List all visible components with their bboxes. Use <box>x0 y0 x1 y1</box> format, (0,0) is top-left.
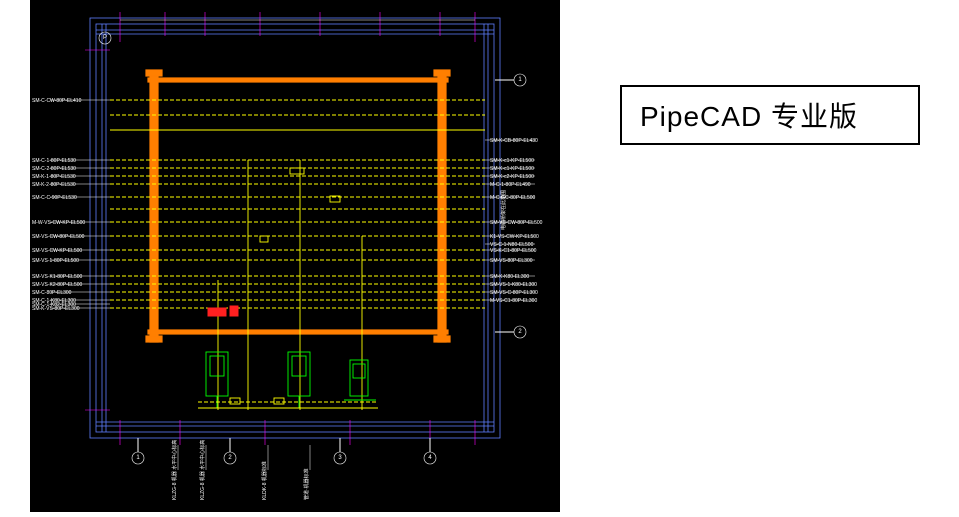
pipe-label: M-C-1-80P-EL490 <box>490 182 531 188</box>
product-title: PipeCAD 专业版 <box>640 95 858 135</box>
equipment-note: KLZG-8 机器 水平中心标高 <box>199 440 206 500</box>
pipe-label: SM-K-c2-KP-EL500 <box>490 174 534 180</box>
axis-bubble-label: P <box>103 35 107 41</box>
pipe-label: SM-VS-CW-80P-EL500 <box>32 234 85 240</box>
right-margin-note: 电缆桥架在此范围 <box>500 190 507 230</box>
pipe-label: SM-K-K80-EL300 <box>490 274 529 280</box>
equipment-note: KLDK-8 机器标准 <box>261 461 268 500</box>
pipe-label: K1-VS-CW-KP-EL500 <box>490 234 539 240</box>
pipe-label: SM-VS-CW-KP-EL500 <box>32 248 82 254</box>
pipe-label: SM-K-VS-80P-EL300 <box>32 306 80 312</box>
equipment-note: KLZG-8 机器 水平中心标高 <box>171 440 178 500</box>
pipe-label: SM-K-c1-KP-EL500 <box>490 158 534 164</box>
cad-drawing-viewport[interactable]: 1 2 P 1 2 3 4 SM-C-CW-80P-EL410 SM-C-1-80… <box>30 0 560 512</box>
grid-markers <box>85 12 475 445</box>
axis-bubble-label: 2 <box>518 329 522 335</box>
pipe-label: VS-K-C1-80P-EL500 <box>490 248 537 254</box>
pipe-label: M-C-GC-80P-EL500 <box>490 195 536 201</box>
axis-bubble-label: 4 <box>428 455 432 461</box>
valve-marker <box>208 306 238 316</box>
axis-bubble-label: 1 <box>518 77 522 83</box>
equipment-note: 管道·机器标准 <box>303 468 310 500</box>
pipe-label: SM-VS-1-K80-EL300 <box>490 282 537 288</box>
product-title-box: PipeCAD 专业版 <box>620 85 920 145</box>
pipe-label: SM-C-1-80P-EL530 <box>32 158 76 164</box>
bottom-headers <box>198 398 378 408</box>
pipe-label: SM-C-80P-EL300 <box>32 290 72 296</box>
pipe-label: SM-C-CW-80P-EL410 <box>32 98 82 104</box>
axis-bubbles: 1 2 P 1 2 3 4 <box>99 32 526 464</box>
pipe-label: M-VS-C1-80P-EL300 <box>490 298 537 304</box>
pipe-label: M-W-VS-CW-KP-EL500 <box>32 220 85 226</box>
pipe-label: SM-VS-CW-80P-EL500 <box>490 220 543 226</box>
axis-bubble-label: 2 <box>228 455 232 461</box>
pipe-label: SM-VS-80P-EL300 <box>490 258 533 264</box>
equipment-pumps <box>200 352 376 408</box>
pipe-label: SM-VS-K1-80P-EL500 <box>32 274 83 280</box>
pipe-runs <box>110 100 485 410</box>
bottom-notes: KLZG-8 机器 水平中心标高 KLZG-8 机器 水平中心标高 KLDK-8 机… <box>171 440 310 500</box>
left-labels: SM-C-CW-80P-EL410 SM-C-1-80P-EL530 SM-C-2-… <box>32 98 110 312</box>
pipe-label: SM-K-2-80P-EL530 <box>32 182 76 188</box>
pipe-label: SM-VS-1-80P-EL500 <box>32 258 79 264</box>
svg-text:电缆桥架在此范围: 电缆桥架在此范围 <box>500 190 507 230</box>
pipe-label: SM-K-CB-80P-EL430 <box>490 138 538 144</box>
pipe-label: SM-VS-C-80P-EL300 <box>490 290 538 296</box>
pipe-label: SM-K-1-80P-EL530 <box>32 174 76 180</box>
right-labels: SM-K-CB-80P-EL430 SM-K-c1-KP-EL500 SM-K-c1… <box>485 138 543 304</box>
axis-bubble-label: 3 <box>338 455 342 461</box>
axis-bubble-label: 1 <box>136 455 140 461</box>
pipe-label: SM-VS-K2-80P-EL500 <box>32 282 83 288</box>
pipe-rack <box>146 70 450 342</box>
pipe-label: SM-K-c1-KP-EL500 <box>490 166 534 172</box>
pipe-label: SM-C-C-90P-EL530 <box>32 195 77 201</box>
pipe-label: SM-C-2-80P-EL530 <box>32 166 76 172</box>
